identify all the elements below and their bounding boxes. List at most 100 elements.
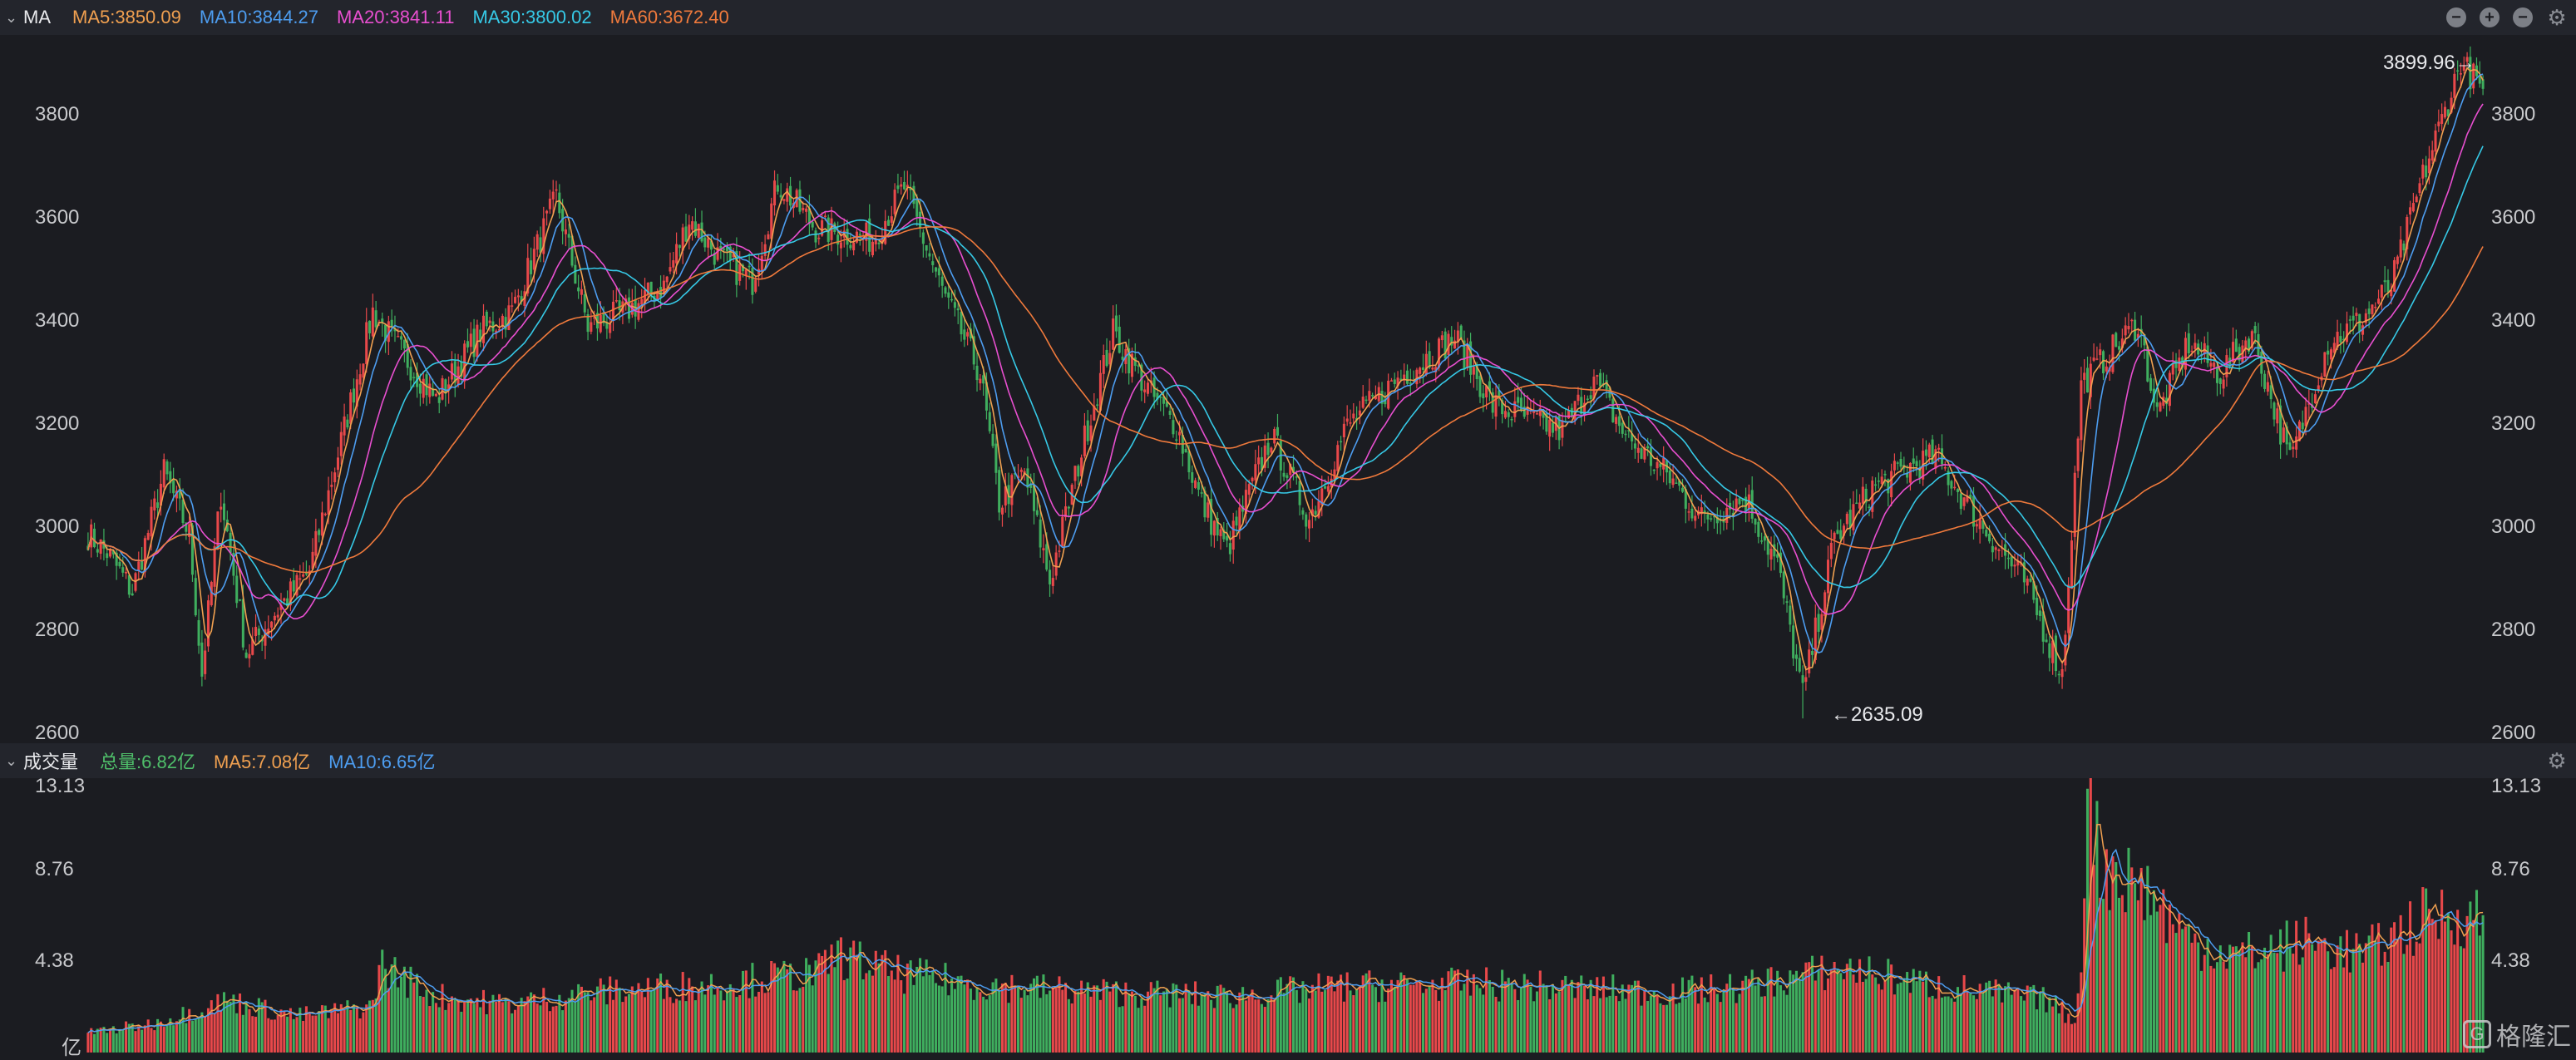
indicator-name[interactable]: MA [23, 7, 51, 28]
candle-body [314, 530, 318, 556]
volume-bar [1310, 984, 1314, 1053]
candle-body [488, 320, 491, 323]
volume-bar [2304, 916, 2307, 1053]
candle-body [2443, 106, 2446, 118]
volume-bar [1152, 988, 1156, 1053]
volume-bar [2329, 969, 2332, 1053]
candle-body [118, 561, 121, 567]
candle-body [2168, 372, 2171, 407]
candle-body [336, 457, 339, 471]
plus-circle-icon[interactable]: + [2480, 7, 2500, 27]
volume-bar [1175, 984, 1178, 1053]
candle-body [1744, 496, 1748, 511]
volume-bar [716, 987, 719, 1053]
chevron-down-icon[interactable]: ⌄ [0, 9, 23, 27]
indicator-name[interactable]: 成交量 [23, 747, 78, 774]
volume-bar [1019, 998, 1023, 1053]
volume-bar [1191, 1003, 1194, 1053]
candle-body [678, 244, 681, 249]
volume-bar [1187, 990, 1191, 1053]
volume-bar [754, 996, 758, 1053]
volume-bar [2361, 962, 2365, 1053]
candle-body [412, 377, 416, 378]
candle-body [1861, 486, 1864, 504]
candle-body [1393, 379, 1396, 384]
volume-bar [1586, 999, 1589, 1053]
volume-bar [2026, 985, 2029, 1053]
chevron-down-icon[interactable]: ⌄ [0, 752, 23, 770]
volume-bar [900, 980, 903, 1053]
volume-bar [2285, 920, 2288, 1053]
candle-body [1517, 397, 1520, 403]
volume-bar [1140, 998, 1143, 1053]
candle-body [349, 392, 353, 424]
candle-body [2130, 319, 2134, 322]
volume-bar [146, 1019, 150, 1053]
volume-bar [1826, 978, 1830, 1053]
gear-icon[interactable]: ⚙ [2546, 7, 2568, 28]
candle-body [1994, 547, 1997, 550]
volume-bar [906, 964, 909, 1053]
volume-bar [732, 988, 735, 1053]
volume-bar [523, 1001, 526, 1053]
candle-body [2427, 158, 2430, 174]
candle-body [564, 229, 567, 234]
volume-panel-header: ⌄ 成交量 总量:6.82亿 MA5:7.08亿 MA10:6.65亿 ⚙ [0, 743, 2576, 778]
candle-body [1829, 542, 1833, 560]
volume-bar [1564, 975, 1567, 1053]
price-axis-label: 2600 [35, 722, 80, 744]
candle-body [919, 211, 922, 229]
gear-icon[interactable]: ⚙ [2546, 750, 2568, 772]
candle-body [1943, 466, 1947, 469]
volume-bar [1573, 998, 1577, 1053]
volume-bar [2215, 962, 2219, 1053]
volume-bar [444, 1009, 447, 1053]
volume-bar [2067, 1013, 2070, 1053]
candle-body [1349, 422, 1352, 424]
candle-body [1611, 398, 1615, 422]
volume-bar [1843, 979, 1846, 1053]
candle-body [2171, 363, 2174, 375]
volume-bar [1409, 984, 1412, 1053]
candle-body [956, 308, 960, 311]
remove-circle-icon[interactable]: − [2513, 7, 2533, 27]
candle-body [535, 234, 539, 250]
candle-body [2083, 372, 2086, 380]
volume-bar [1893, 994, 1896, 1053]
volume-bar [2162, 889, 2165, 1053]
candle-body [1877, 481, 1880, 482]
volume-bar [200, 1012, 204, 1053]
candle-body [2092, 357, 2095, 361]
volume-bar [102, 1027, 106, 1053]
volume-bar [406, 998, 409, 1053]
volume-bar [2165, 943, 2169, 1053]
candle-body [1105, 349, 1108, 367]
volume-bar [719, 990, 723, 1053]
volume-bar [2146, 865, 2149, 1053]
volume-bar [956, 976, 960, 1053]
minus-circle-icon[interactable]: − [2446, 7, 2466, 27]
volume-bar [2320, 939, 2323, 1053]
volume-bar [1994, 979, 1997, 1053]
volume-bar [1210, 999, 1213, 1053]
volume-bar [1128, 993, 1131, 1053]
candle-body [886, 219, 891, 226]
volume-bar [1415, 980, 1419, 1053]
volume-bar [1482, 994, 1485, 1053]
candle-body [2282, 427, 2285, 443]
candle-body [181, 499, 185, 523]
chart-canvas[interactable] [0, 0, 2576, 1058]
volume-bar [757, 992, 761, 1053]
volume-bar [2232, 946, 2235, 1053]
candle-body [248, 653, 251, 658]
volume-bar [393, 957, 397, 1053]
volume-bar [1823, 990, 1827, 1053]
low-price-annotation: ←2635.09 [1831, 703, 1923, 726]
candle-body [545, 210, 549, 214]
volume-bar [1064, 983, 1068, 1053]
volume-bar [1668, 996, 1671, 1053]
volume-bar [1915, 981, 1918, 1053]
candle-body [2288, 442, 2292, 451]
volume-bar [1801, 972, 1804, 1053]
volume-bar [222, 992, 226, 1053]
